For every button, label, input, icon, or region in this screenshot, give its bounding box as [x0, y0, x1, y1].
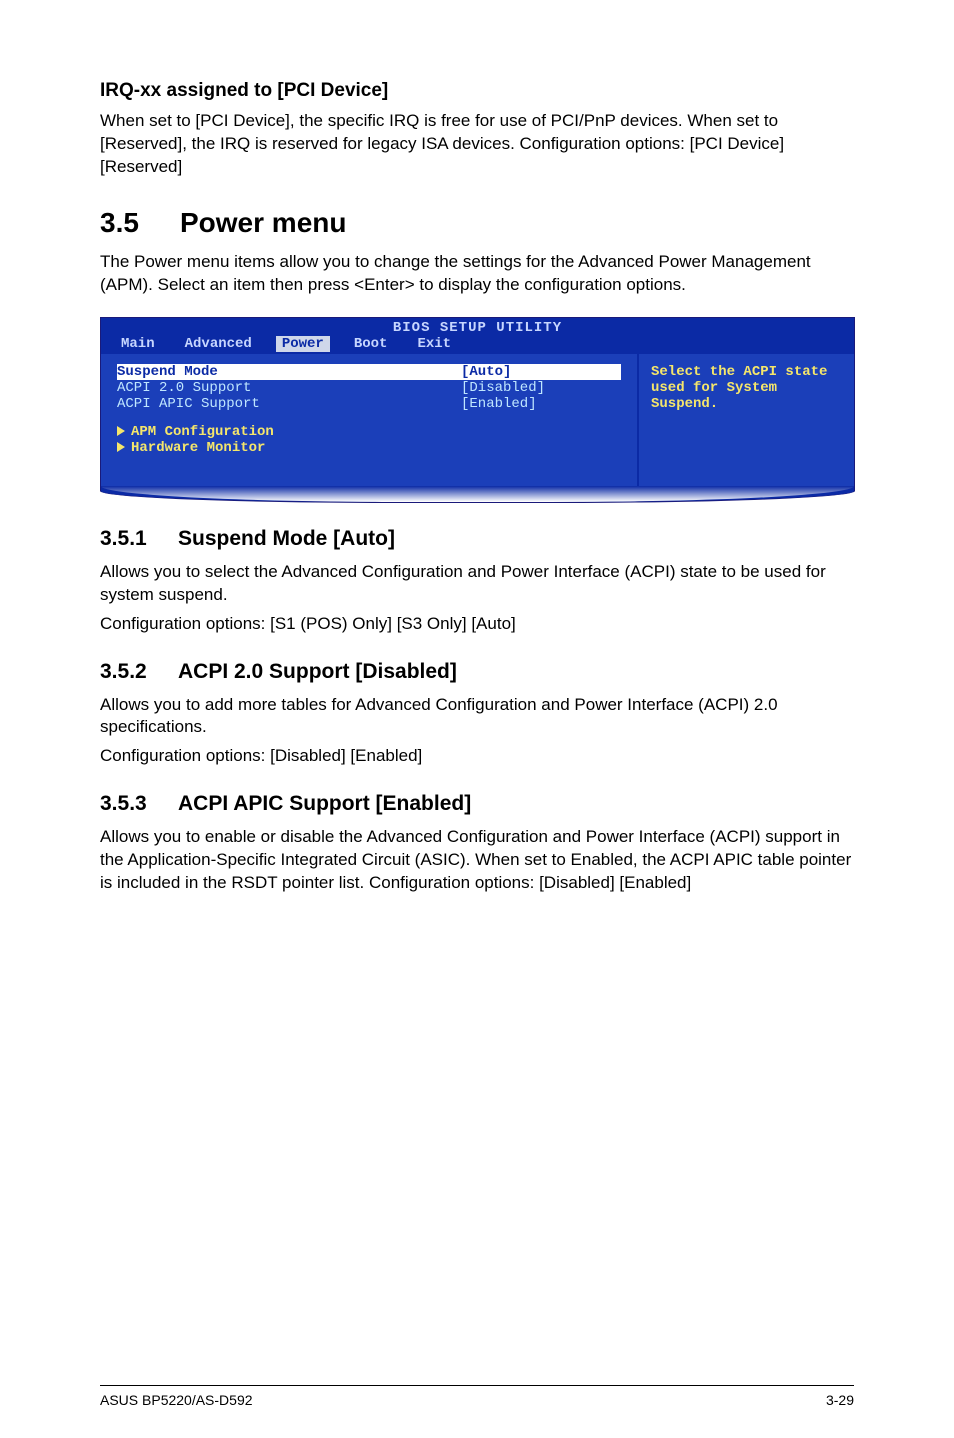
bios-screenshot: BIOS SETUP UTILITY Main Advanced Power B… — [100, 317, 855, 503]
sub-title: ACPI APIC Support [Enabled] — [178, 792, 471, 815]
page-footer: ASUS BP5220/AS-D592 3-29 — [100, 1385, 854, 1408]
irq-heading: IRQ-xx assigned to [PCI Device] — [100, 80, 854, 102]
sub-num: 3.5.3 — [100, 792, 178, 816]
para-3-5-1a: Allows you to select the Advanced Config… — [100, 561, 854, 607]
heading-number: 3.5 — [100, 207, 180, 239]
bios-label: Suspend Mode — [117, 364, 461, 380]
bios-submenu-hw[interactable]: Hardware Monitor — [117, 440, 621, 456]
para-3-5-2a: Allows you to add more tables for Advanc… — [100, 694, 854, 740]
bios-body: Suspend Mode [Auto] ACPI 2.0 Support [Di… — [101, 354, 854, 486]
arrow-icon — [117, 426, 125, 436]
bios-sub-label: APM Configuration — [131, 424, 274, 440]
bios-help-pane: Select the ACPI state used for System Su… — [639, 354, 854, 486]
bios-tab-advanced[interactable]: Advanced — [179, 336, 258, 352]
bios-tab-exit[interactable]: Exit — [411, 336, 457, 352]
bios-tabs: Main Advanced Power Boot Exit — [101, 336, 854, 354]
heading-text: Power menu — [180, 207, 346, 238]
bios-row-suspend[interactable]: Suspend Mode [Auto] — [117, 364, 621, 380]
bios-row-acpi-apic[interactable]: ACPI APIC Support [Enabled] — [117, 396, 621, 412]
footer-left: ASUS BP5220/AS-D592 — [100, 1392, 253, 1408]
arrow-icon — [117, 442, 125, 452]
para-3-5-1b: Configuration options: [S1 (POS) Only] [… — [100, 613, 854, 636]
sub-title: ACPI 2.0 Support [Disabled] — [178, 660, 457, 683]
heading-3-5-3: 3.5.3ACPI APIC Support [Enabled] — [100, 792, 854, 816]
bios-title: BIOS SETUP UTILITY — [101, 318, 854, 336]
bios-value: [Enabled] — [461, 396, 621, 412]
bios-left-pane: Suspend Mode [Auto] ACPI 2.0 Support [Di… — [101, 354, 639, 486]
bios-tab-boot[interactable]: Boot — [348, 336, 394, 352]
bios-tab-main[interactable]: Main — [115, 336, 161, 352]
bios-tab-power[interactable]: Power — [276, 336, 330, 352]
para-3-5: The Power menu items allow you to change… — [100, 251, 854, 297]
sub-num: 3.5.2 — [100, 660, 178, 684]
bios-label: ACPI 2.0 Support — [117, 380, 461, 396]
sub-num: 3.5.1 — [100, 527, 178, 551]
bios-label: ACPI APIC Support — [117, 396, 461, 412]
para-3-5-3a: Allows you to enable or disable the Adva… — [100, 826, 854, 895]
heading-3-5-2: 3.5.2ACPI 2.0 Support [Disabled] — [100, 660, 854, 684]
bios-value: [Auto] — [461, 364, 621, 380]
bios-value: [Disabled] — [461, 380, 621, 396]
heading-3-5-1: 3.5.1Suspend Mode [Auto] — [100, 527, 854, 551]
irq-paragraph: When set to [PCI Device], the specific I… — [100, 110, 854, 179]
para-3-5-2b: Configuration options: [Disabled] [Enabl… — [100, 745, 854, 768]
bios-row-acpi20[interactable]: ACPI 2.0 Support [Disabled] — [117, 380, 621, 396]
bios-submenu-apm[interactable]: APM Configuration — [117, 424, 621, 440]
footer-right: 3-29 — [826, 1392, 854, 1408]
bios-curve — [101, 486, 854, 502]
bios-sub-label: Hardware Monitor — [131, 440, 265, 456]
sub-title: Suspend Mode [Auto] — [178, 527, 395, 550]
heading-3-5: 3.5Power menu — [100, 207, 854, 239]
